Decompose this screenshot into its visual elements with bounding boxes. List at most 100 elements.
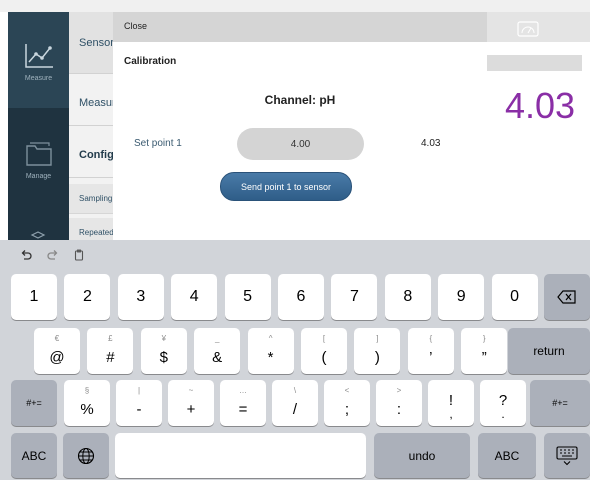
folder-icon	[25, 142, 52, 166]
key-alt-label: }	[482, 334, 486, 343]
key-7[interactable]: 7	[331, 274, 378, 320]
key-label: #	[106, 348, 115, 366]
key-label: #+=	[552, 398, 568, 408]
rail-label-measure: Measure	[24, 75, 53, 82]
cube-icon[interactable]	[30, 230, 46, 240]
key-alt-label: [	[322, 334, 326, 343]
key-sub-label: ,	[449, 407, 453, 421]
key-label: ?	[498, 391, 508, 409]
menu-item-measure[interactable]: Measure	[69, 80, 118, 126]
menu-item-repeated[interactable]: Repeated	[69, 218, 118, 240]
menu-item-sensor[interactable]: Sensor	[69, 12, 118, 74]
setpoint-label: Set point 1	[134, 138, 182, 149]
return-key[interactable]: return	[508, 328, 590, 374]
key-symbol[interactable]: £ #	[87, 328, 134, 374]
key-symbol[interactable]: §%	[64, 380, 110, 426]
key-1[interactable]: 1	[11, 274, 57, 320]
space-key[interactable]	[115, 433, 366, 478]
key-symbol[interactable]: € @	[34, 328, 80, 374]
redo-icon[interactable]	[47, 249, 59, 261]
key-6[interactable]: 6	[278, 274, 324, 320]
calibration-dialog: Close Calibration Channel: pH Set point …	[113, 12, 487, 240]
key-label: undo	[408, 448, 436, 463]
key-label: 7	[349, 288, 359, 305]
key-symbol[interactable]: [(	[301, 328, 347, 374]
key-3[interactable]: 3	[117, 274, 164, 320]
dismiss-keyboard-key[interactable]	[544, 433, 590, 478]
key-alt-label: €	[54, 334, 60, 343]
key-symbol[interactable]: {’	[407, 328, 454, 374]
gauge-icon[interactable]	[517, 21, 539, 37]
key-label: 9	[456, 288, 466, 305]
key-label: 6	[296, 288, 306, 305]
key-symbol[interactable]: <;	[324, 380, 370, 426]
key-8[interactable]: 8	[384, 274, 431, 320]
key-label: 1	[29, 288, 39, 305]
key-label: 2	[82, 288, 92, 305]
key-2[interactable]: 2	[64, 274, 111, 320]
key-symbol[interactable]: ?.	[480, 380, 526, 426]
abc-key-right[interactable]: ABC	[478, 433, 536, 478]
key-label: !	[448, 391, 454, 409]
dialog-title-bar: Close	[113, 12, 487, 42]
undo-icon[interactable]	[20, 249, 32, 261]
key-label: 5	[243, 288, 253, 305]
key-label: @	[49, 348, 65, 366]
key-label: $	[159, 348, 168, 366]
key-label: /	[292, 400, 298, 418]
key-symbol[interactable]: >:	[376, 380, 422, 426]
setpoint-input[interactable]: 4.00	[237, 128, 364, 160]
key-label: #+=	[26, 398, 42, 408]
line-chart-icon	[24, 44, 53, 68]
symbols-shift-key-right[interactable]: #+=	[530, 380, 590, 426]
key-9[interactable]: 9	[438, 274, 485, 320]
key-sub-label: .	[501, 407, 505, 421]
undo-key[interactable]: undo	[374, 433, 470, 478]
send-point-button[interactable]: Send point 1 to sensor	[220, 172, 352, 201]
key-0[interactable]: 0	[491, 274, 538, 320]
icon-rail: Measure Manage	[8, 12, 69, 240]
key-alt-label: \	[293, 386, 297, 395]
rail-label-manage: Manage	[25, 173, 52, 180]
key-label: 0	[510, 288, 520, 305]
rail-item-measure[interactable]: Measure	[8, 12, 69, 108]
close-button[interactable]: Close	[124, 21, 147, 31]
key-symbol[interactable]: \ /	[272, 380, 318, 426]
key-symbol[interactable]: ])	[354, 328, 401, 374]
key-symbol[interactable]: … =	[220, 380, 266, 426]
key-label: ABC	[494, 448, 520, 463]
dialog-heading: Calibration	[124, 56, 177, 67]
key-symbol[interactable]: _ &	[194, 328, 241, 374]
menu-item-sampling[interactable]: Sampling	[69, 184, 118, 214]
key-alt-label: >	[396, 386, 402, 395]
shortcut-bar	[0, 240, 590, 270]
key-label: return	[533, 344, 565, 358]
paste-icon[interactable]	[73, 249, 85, 261]
key-symbol[interactable]: !,	[428, 380, 474, 426]
backspace-key[interactable]	[544, 274, 590, 320]
key-symbol[interactable]: ¥ $	[140, 328, 187, 374]
menu-item-configure[interactable]: Configure	[69, 132, 118, 178]
key-5[interactable]: 5	[224, 274, 271, 320]
key-symbol[interactable]: ~ +	[168, 380, 214, 426]
key-alt-label: ^	[268, 334, 273, 343]
symbols-shift-key-left[interactable]: #+=	[11, 380, 57, 426]
key-symbol[interactable]: | -	[116, 380, 162, 426]
rail-item-manage[interactable]: Manage	[8, 110, 69, 206]
config-menu: Sensor Measure Configure Sampling Repeat…	[69, 12, 119, 240]
key-symbol[interactable]: }”	[461, 328, 508, 374]
backspace-icon	[557, 290, 576, 304]
screen: Measure Manage Sensor Measure Configure …	[0, 0, 590, 480]
key-alt-label: ~	[188, 386, 194, 395]
key-alt-label: ¥	[161, 334, 167, 343]
key-label: :	[396, 400, 402, 418]
key-alt-label: <	[344, 386, 350, 395]
key-label: )	[374, 348, 380, 366]
key-symbol[interactable]: ^ *	[247, 328, 294, 374]
key-alt-label: |	[137, 386, 141, 395]
key-label: 3	[136, 288, 146, 305]
abc-key-left[interactable]: ABC	[11, 433, 57, 478]
key-4[interactable]: 4	[171, 274, 218, 320]
globe-key[interactable]	[63, 433, 109, 478]
key-label: ’	[429, 348, 433, 366]
